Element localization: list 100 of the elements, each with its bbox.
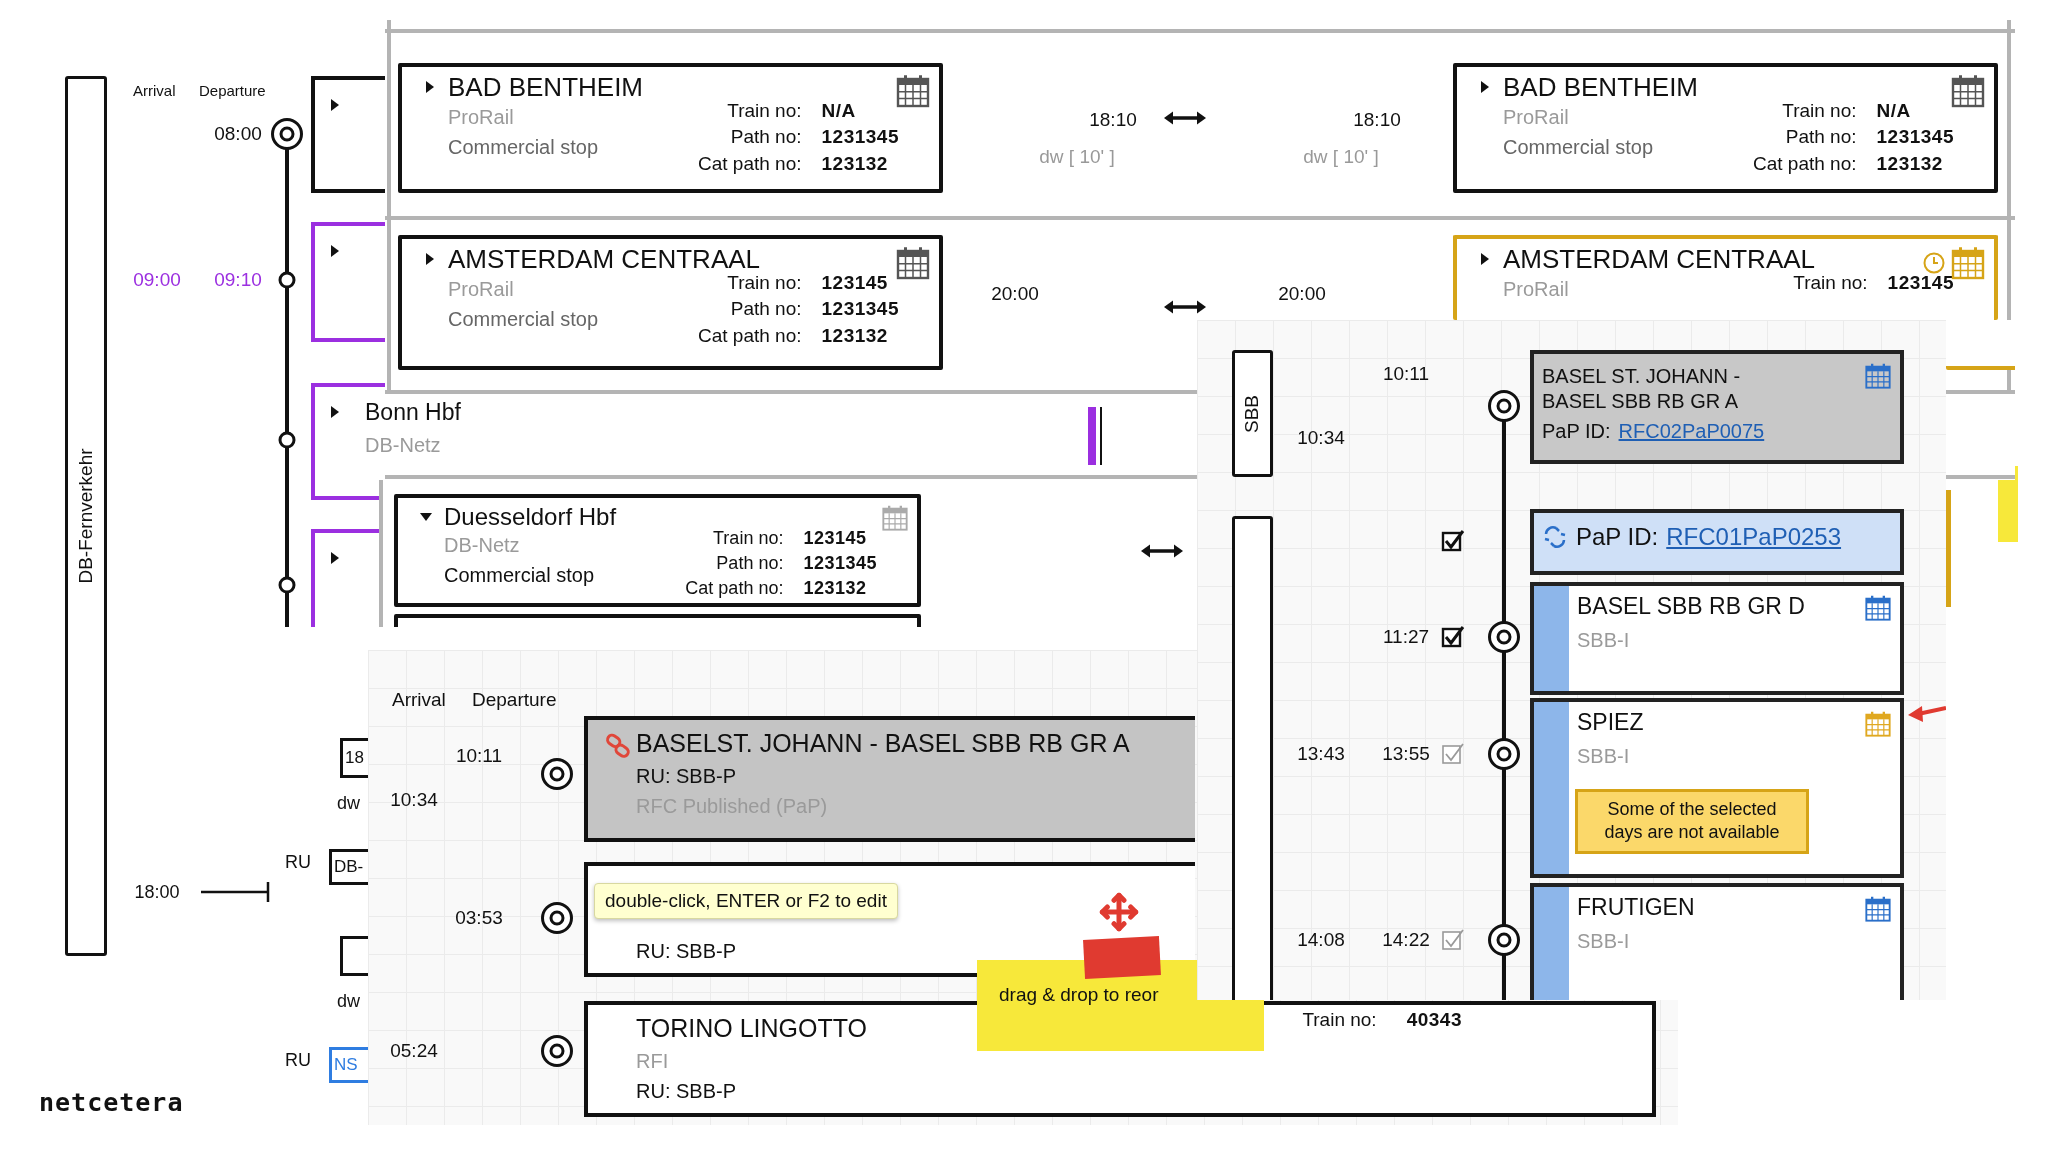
field-value: 123132 [1876,151,1944,176]
field-label: Cat path no: [685,577,784,601]
departure-time: 10:11 [455,745,503,767]
station-card[interactable]: AMSTERDAM CENTRAAL ProRail Commercial stop Train no: 123145 Path no: 1231345 Cat path no: 123132 [398,235,943,370]
stop-dot-icon [278,271,296,289]
station-name: BASELST. JOHANN - BASEL SBB RB GR A [636,728,1130,759]
operator-text: SBB-I [1577,928,1630,954]
dwell-label: dw [337,990,360,1012]
double-arrow-icon [1164,110,1206,126]
calendar-icon[interactable] [1864,895,1892,923]
field-label: Train no: [712,527,784,550]
brand-logo: netcetera [39,1088,184,1117]
calendar-icon[interactable] [895,73,931,109]
ru-field[interactable]: NS [329,1047,368,1083]
station-name: Duesseldorf Hbf [444,502,618,532]
station-name: SPIEZ [1577,708,1644,737]
stop-marker-icon [1487,923,1521,957]
dwell-label: dw [ 10' ] [1039,146,1115,168]
pap-id-link[interactable]: RFC01PaP0253 [1666,523,1842,551]
field-value: 123132 [803,577,868,601]
arrival-time: 10:34 [1297,427,1345,449]
field-label: Train no: [1781,98,1857,123]
stop-type: Commercial stop [448,306,599,332]
field-label: Path no: [1784,125,1857,150]
stop-marker-icon [540,901,574,935]
operator-text: ProRail [1503,276,1569,302]
field-label: Train no: [1302,1009,1377,1031]
unlink-icon [1542,524,1568,550]
operator-bar: SBB [1232,350,1273,477]
checkbox[interactable] [1441,625,1465,649]
operator-text: SBB-I [1577,627,1630,653]
pap-id-label: PaP ID: [1576,523,1659,551]
calendar-icon[interactable] [895,245,931,281]
field-label: Cat path no: [698,323,802,348]
stop-type: Commercial stop [444,563,595,588]
stop-marker-icon [1487,389,1521,423]
departure-time: 10:11 [1382,363,1430,385]
checkbox[interactable] [1441,529,1465,553]
stop-marker-icon [540,1034,574,1068]
field-value: 1231345 [821,297,899,322]
station-card[interactable]: BAD BENTHEIM ProRail Commercial stop Train no: N/A Path no: 1231345 Cat path no: 123132 [398,63,943,193]
field-value: 123145 [821,270,889,295]
station-card[interactable]: Duesseldorf Hbf DB-Netz Commercial stop Train no: 123145 Path no: 1231345 Cat path no: 123132 [394,494,921,607]
station-name: FRUTIGEN [1577,893,1695,922]
arrow-icon [1908,704,1946,724]
tooltip: double-click, ENTER or F2 to edit [594,883,898,919]
dwell-label: dw [ 10' ] [1303,146,1379,168]
stop-marker-icon [1487,620,1521,654]
pap-id-link[interactable]: RFC02PaP0075 [1618,420,1765,443]
arrival-time: 10:34 [390,789,438,811]
operator-text: SBB-I [1577,743,1630,769]
empty-box[interactable] [340,936,368,976]
station-card[interactable]: BAD BENTHEIM ProRail Commercial stop Train no: N/A Path no: 1231345 Cat path no: 123132 [1453,63,1998,193]
station-name: TORINO LINGOTTO [636,1013,868,1044]
calendar-icon[interactable] [1864,362,1892,390]
column-header: Departure [199,82,266,100]
field-value: 123132 [821,151,889,176]
time-text: 18:10 [1089,109,1137,131]
move-icon[interactable] [1099,892,1139,932]
station-name: Bonn Hbf [365,398,461,426]
calendar-icon[interactable] [1864,594,1892,622]
field-label: Cat path no: [1753,151,1857,176]
field-value: 123132 [821,323,889,348]
operator-text: RFI [636,1049,669,1075]
link-icon [605,733,631,759]
station-card[interactable]: BASEL ST. JOHANN - BASEL SBB RB GR A PaP ID: RFC02PaP0075 [1530,350,1904,464]
dwell-label: dw [337,792,360,814]
column-header: Departure [472,689,557,711]
pap-card[interactable]: PaP ID: RFC01PaP0253 [1530,509,1904,575]
arrival-time: 09:00 [133,269,181,291]
station-name: BASEL ST. JOHANN - BASEL SBB RB GR A [1542,364,1742,414]
field-label: Path no: [729,125,802,150]
departure-time: 09:10 [214,269,262,291]
field-value: 123145 [803,527,868,550]
field-label: Path no: [729,297,802,322]
station-name: BASEL SBB RB GR D [1577,592,1805,621]
ru-text: RU: SBB-P [636,764,737,790]
field-label: Train no: [726,98,802,123]
operator-text: ProRail [448,276,515,302]
arrival-time: 05:24 [390,1040,438,1062]
operator-text: DB-Netz [365,433,441,457]
ru-field[interactable]: DB- [329,849,368,885]
ru-label: RU [285,1049,311,1071]
field-value: N/A [1876,98,1912,123]
time-box[interactable]: 18 [340,738,368,778]
stop-marker-icon [1487,737,1521,771]
departure-time: 13:55 [1382,743,1430,765]
drag-block[interactable] [1083,936,1161,979]
time-text: 18:10 [1353,109,1401,131]
marker-bar [1088,407,1096,465]
warning-message: Some of the selected days are not available [1575,788,1809,854]
field-value: 1231345 [821,125,899,150]
calendar-icon[interactable] [1950,73,1986,109]
stop-marker-icon [540,757,574,791]
column-header: Arrival [133,82,176,100]
stop-dot-icon [278,576,296,594]
operator-text: ProRail [1503,104,1570,130]
ru-label: RU [285,851,311,873]
station-card[interactable]: BASEL SBB RB GR D SBB-I [1530,582,1904,695]
station-card[interactable]: AMSTERDAM CENTRAAL ProRail Train no: 123145 [1453,235,1998,320]
